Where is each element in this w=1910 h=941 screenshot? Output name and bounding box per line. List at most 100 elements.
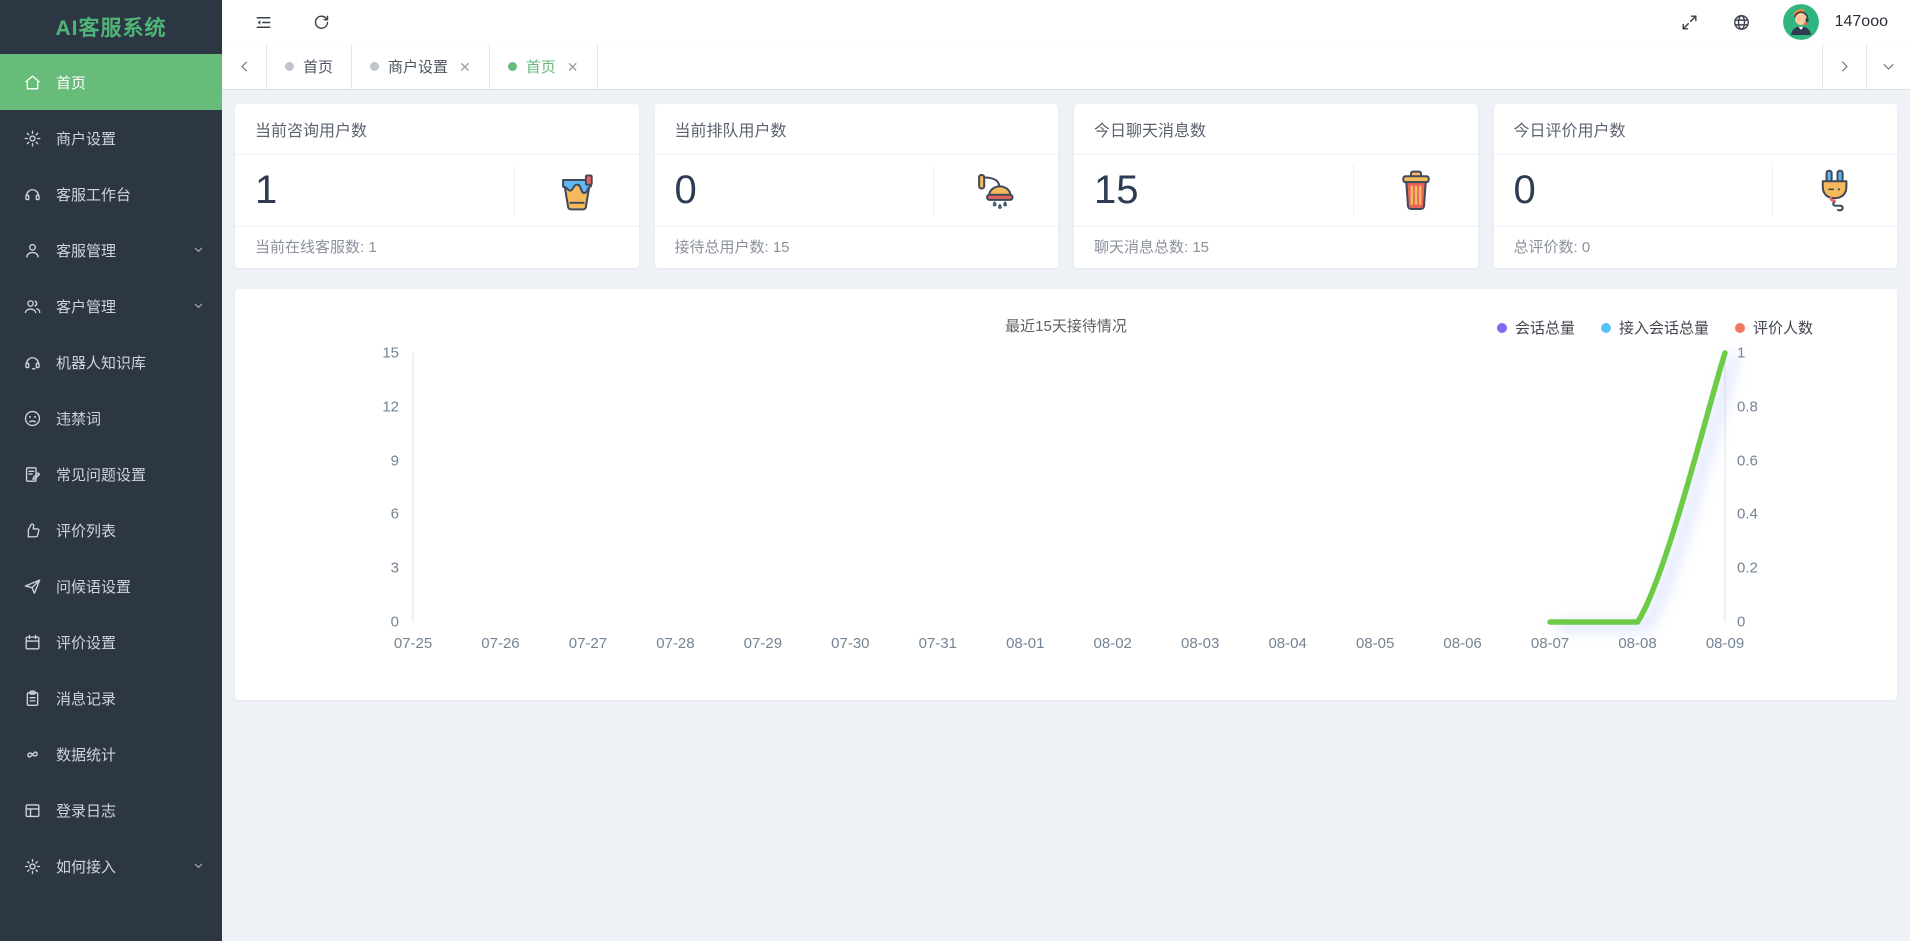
x-axis-tick: 07-29 — [744, 635, 782, 652]
stat-card-footer: 聊天消息总数: 15 — [1074, 226, 1478, 268]
reception-chart-card: 最近15天接待情况 会话总量接入会话总量评价人数 1512963010.80.6… — [235, 289, 1897, 700]
x-axis-tick: 07-25 — [394, 635, 432, 652]
sidebar-item-user[interactable]: 客服管理 — [0, 222, 222, 278]
tab-label: 首页 — [526, 56, 556, 77]
tab-item[interactable]: 首页 ✕ — [490, 44, 598, 89]
stat-card-chat-messages: 今日聊天消息数 15 聊天消息总数: — [1074, 104, 1478, 268]
sidebar-item-headset[interactable]: 客服工作台 — [0, 166, 222, 222]
window-icon — [22, 800, 42, 820]
users-icon — [22, 296, 42, 316]
x-axis-tick: 07-30 — [831, 635, 869, 652]
tabs-menu-chevron-down-icon[interactable] — [1866, 44, 1910, 89]
send-icon — [22, 576, 42, 596]
sidebar-item-label: 评价列表 — [56, 520, 206, 541]
tabs-scroll-right-icon[interactable] — [1822, 44, 1866, 89]
topbar: 147ooo — [222, 0, 1910, 44]
tab-label: 首页 — [303, 56, 333, 77]
sidebar-item-infinity[interactable]: 数据统计 — [0, 726, 222, 782]
sidebar-item-plug-gear[interactable]: 如何接入 — [0, 838, 222, 894]
sidebar-item-label: 如何接入 — [56, 856, 192, 877]
y-axis-left-tick: 3 — [339, 560, 399, 577]
fullscreen-icon[interactable] — [1679, 11, 1701, 33]
shower-icon — [934, 164, 1058, 218]
sidebar-menu: 首页商户设置客服工作台客服管理客户管理机器人知识库违禁词常见问题设置评价列表问候… — [0, 54, 222, 894]
stat-card-value: 15 — [1094, 168, 1353, 213]
sidebar-item-users[interactable]: 客户管理 — [0, 278, 222, 334]
stat-card-value: 0 — [1514, 168, 1773, 213]
trash-bin-icon — [1354, 164, 1478, 218]
user-icon — [22, 240, 42, 260]
sidebar-item-frown[interactable]: 违禁词 — [0, 390, 222, 446]
sidebar-item-send[interactable]: 问候语设置 — [0, 558, 222, 614]
tab-item[interactable]: 首页 — [267, 44, 352, 89]
headset-icon — [22, 184, 42, 204]
x-axis-tick: 07-31 — [919, 635, 957, 652]
stat-card-title: 今日评价用户数 — [1494, 104, 1898, 155]
y-axis-right-tick: 0.2 — [1737, 560, 1758, 577]
y-axis-left-tick: 6 — [339, 506, 399, 523]
y-axis-right-tick: 0 — [1737, 614, 1745, 631]
topbar-left — [252, 11, 332, 33]
stat-card-value: 1 — [255, 168, 514, 213]
x-axis-tick: 07-26 — [481, 635, 519, 652]
sidebar-item-label: 评价设置 — [56, 632, 206, 653]
y-axis-right-tick: 1 — [1737, 345, 1745, 362]
x-axis-tick: 08-02 — [1094, 635, 1132, 652]
sidebar-item-home[interactable]: 首页 — [0, 54, 222, 110]
sidebar-item-calendar[interactable]: 评价设置 — [0, 614, 222, 670]
app-title: AI客服系统 — [0, 0, 222, 54]
sidebar-item-clipboard[interactable]: 消息记录 — [0, 670, 222, 726]
sidebar-item-label: 登录日志 — [56, 800, 206, 821]
sidebar-item-label: 常见问题设置 — [56, 464, 206, 485]
sidebar: AI客服系统 首页商户设置客服工作台客服管理客户管理机器人知识库违禁词常见问题设… — [0, 0, 222, 941]
chevron-down-icon — [192, 299, 206, 313]
tabs-scroll-left-icon[interactable] — [222, 44, 266, 89]
sidebar-item-label: 客户管理 — [56, 296, 192, 317]
chevron-down-icon — [192, 243, 206, 257]
sidebar-item-robot[interactable]: 机器人知识库 — [0, 334, 222, 390]
topbar-right: 147ooo — [1679, 4, 1888, 40]
sidebar-item-thumbs-up[interactable]: 评价列表 — [0, 502, 222, 558]
stat-card-title: 当前咨询用户数 — [235, 104, 639, 155]
frown-icon — [22, 408, 42, 428]
sidebar-item-label: 数据统计 — [56, 744, 206, 765]
sidebar-item-label: 客服工作台 — [56, 184, 206, 205]
paint-bucket-icon — [515, 164, 639, 218]
tab-item[interactable]: 商户设置✕ — [352, 44, 490, 89]
x-axis-tick: 08-07 — [1531, 635, 1569, 652]
stat-card-title: 当前排队用户数 — [655, 104, 1059, 155]
username[interactable]: 147ooo — [1835, 13, 1888, 31]
sidebar-item-gear[interactable]: 商户设置 — [0, 110, 222, 166]
tab-close-icon[interactable]: ✕ — [567, 60, 579, 74]
x-axis-tick: 08-01 — [1006, 635, 1044, 652]
stat-card-rating-users: 今日评价用户数 0 — [1494, 104, 1898, 268]
sidebar-item-label: 首页 — [56, 72, 206, 93]
tab-close-icon[interactable]: ✕ — [459, 60, 471, 74]
x-axis-tick: 08-09 — [1706, 635, 1744, 652]
language-globe-icon[interactable] — [1731, 11, 1753, 33]
chevron-down-icon — [192, 859, 206, 873]
app-root: AI客服系统 首页商户设置客服工作台客服管理客户管理机器人知识库违禁词常见问题设… — [0, 0, 1910, 941]
sidebar-item-document-edit[interactable]: 常见问题设置 — [0, 446, 222, 502]
tab-status-dot — [508, 62, 517, 71]
gear-icon — [22, 128, 42, 148]
avatar[interactable] — [1783, 4, 1819, 40]
x-axis-tick: 07-28 — [656, 635, 694, 652]
x-axis-tick: 08-08 — [1618, 635, 1656, 652]
stat-card-footer: 总评价数: 0 — [1494, 226, 1898, 268]
x-axis-tick: 08-03 — [1181, 635, 1219, 652]
y-axis-right-tick: 0.8 — [1737, 398, 1758, 415]
tabbar: 首页商户设置✕首页✕ — [222, 44, 1910, 90]
refresh-icon[interactable] — [310, 11, 332, 33]
calendar-icon — [22, 632, 42, 652]
power-plug-icon — [1773, 164, 1897, 218]
sidebar-item-label: 违禁词 — [56, 408, 206, 429]
open-tabs: 首页商户设置✕首页✕ — [266, 44, 1822, 89]
sidebar-item-label: 消息记录 — [56, 688, 206, 709]
y-axis-left-tick: 12 — [339, 398, 399, 415]
y-axis-right-tick: 0.6 — [1737, 452, 1758, 469]
x-axis-tick: 08-05 — [1356, 635, 1394, 652]
sidebar-collapse-icon[interactable] — [252, 11, 274, 33]
content: 当前咨询用户数 1 当前在线客服数: — [222, 90, 1910, 941]
sidebar-item-window[interactable]: 登录日志 — [0, 782, 222, 838]
